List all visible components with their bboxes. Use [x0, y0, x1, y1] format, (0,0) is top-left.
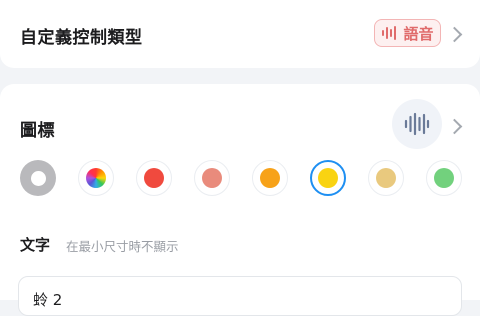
- swatch-dot: [202, 168, 222, 188]
- control-type-label: 自定義控制類型: [20, 28, 143, 48]
- swatch-dot: [434, 168, 454, 188]
- voice-wave-icon: [404, 112, 430, 136]
- color-swatch-orange[interactable]: [252, 160, 288, 196]
- control-type-value: 語音: [403, 24, 434, 43]
- voice-wave-icon: [382, 26, 397, 40]
- swatch-dot: [260, 168, 280, 188]
- text-input-field[interactable]: 蛉 2: [18, 276, 462, 316]
- color-swatch-multicolor[interactable]: [78, 160, 114, 196]
- color-wheel-icon: [86, 168, 106, 188]
- icon-section-label: 圖標: [20, 121, 55, 141]
- swatch-dot: [30, 170, 46, 186]
- color-swatch-red[interactable]: [136, 160, 172, 196]
- color-swatch-yellow[interactable]: [310, 160, 346, 196]
- swatch-dot: [144, 168, 164, 188]
- color-swatch-khaki[interactable]: [368, 160, 404, 196]
- color-swatch-default[interactable]: [20, 160, 56, 196]
- swatch-dot: [318, 168, 338, 188]
- color-swatch-green[interactable]: [426, 160, 462, 196]
- color-swatch-salmon[interactable]: [194, 160, 230, 196]
- text-section-hint: 在最小尺寸時不顯示: [66, 239, 179, 254]
- icon-preview-button[interactable]: [392, 99, 442, 149]
- control-type-value-badge[interactable]: 語音: [374, 19, 441, 47]
- text-section-label: 文字: [20, 236, 51, 254]
- swatch-dot: [376, 168, 396, 188]
